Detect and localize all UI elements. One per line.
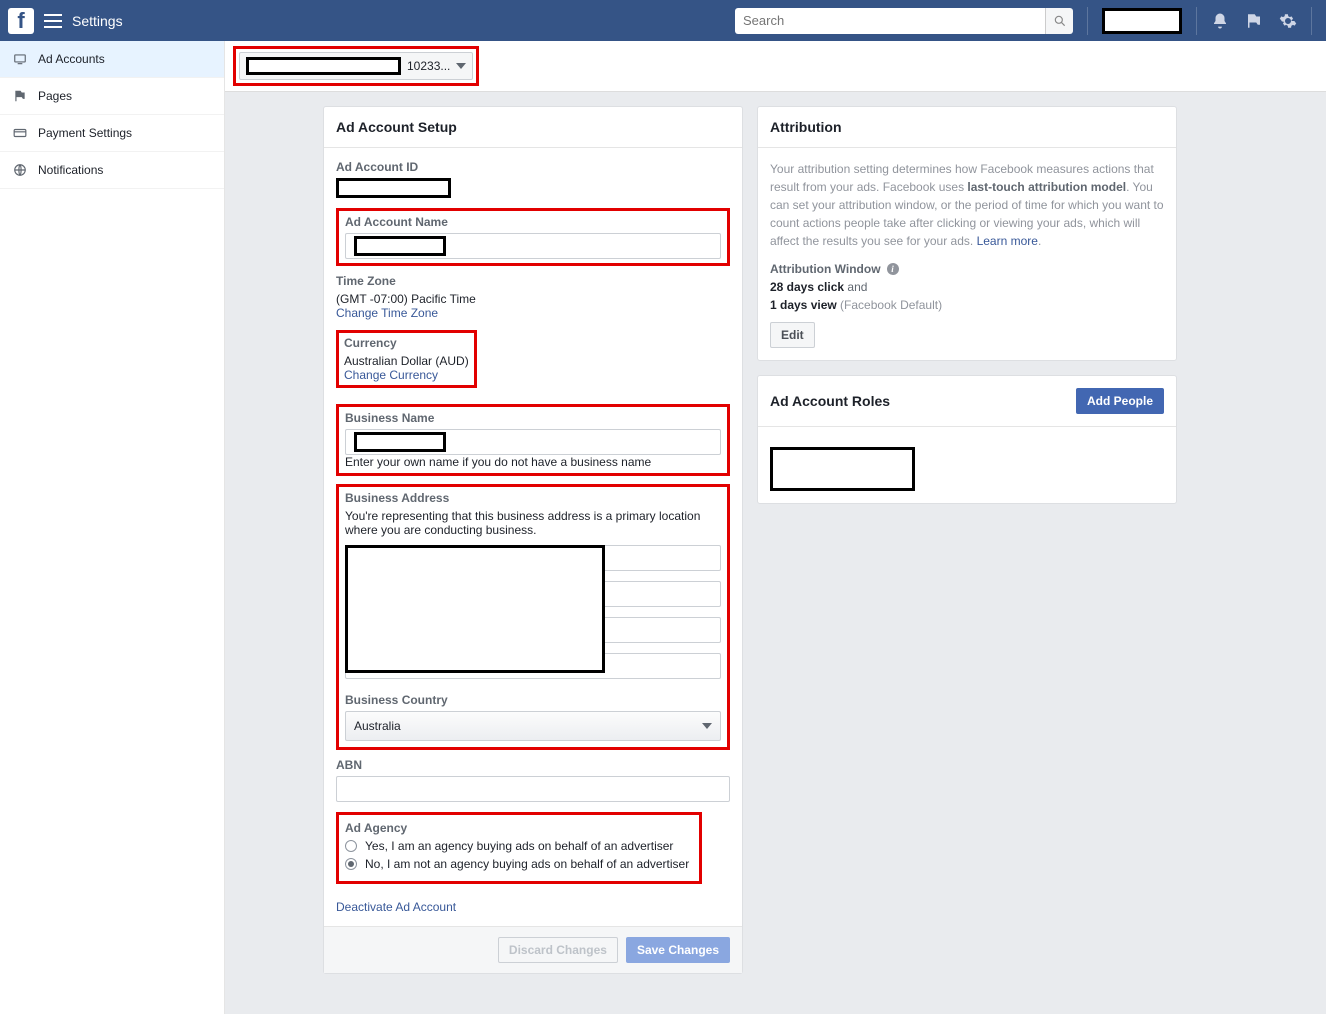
info-icon[interactable]: i xyxy=(887,263,899,275)
ad-account-id-field: Ad Account ID xyxy=(336,160,730,198)
ad-account-name-highlight: Ad Account Name xyxy=(336,208,730,266)
business-name-hint: Enter your own name if you do not have a… xyxy=(345,455,721,469)
notifications-icon[interactable] xyxy=(1209,10,1231,32)
business-address-label: Business Address xyxy=(345,491,721,505)
roles-title: Ad Account Roles xyxy=(770,393,890,409)
ad-account-roles-card: Ad Account Roles Add People xyxy=(757,375,1177,504)
page-title: Settings xyxy=(72,13,123,29)
currency-value: Australian Dollar (AUD) xyxy=(344,354,469,368)
attribution-title: Attribution xyxy=(770,119,842,135)
attribution-window-label: Attribution Window i xyxy=(770,262,1164,276)
sidebar-item-ad-accounts[interactable]: Ad Accounts xyxy=(0,41,224,78)
deactivate-link[interactable]: Deactivate Ad Account xyxy=(336,900,456,914)
ad-agency-highlight: Ad Agency Yes, I am an agency buying ads… xyxy=(336,812,702,884)
discard-button[interactable]: Discard Changes xyxy=(498,937,618,963)
sidebar-item-label: Ad Accounts xyxy=(38,52,105,66)
sidebar-item-label: Notifications xyxy=(38,163,103,177)
attribution-view-line: 1 days view (Facebook Default) xyxy=(770,298,1164,312)
chevron-down-icon xyxy=(456,63,466,69)
ad-agency-label: Ad Agency xyxy=(345,821,689,835)
change-timezone-link[interactable]: Change Time Zone xyxy=(336,306,438,320)
search-box xyxy=(735,8,1073,34)
business-name-label: Business Name xyxy=(345,411,721,425)
search-icon xyxy=(1053,14,1067,28)
account-name-redacted xyxy=(246,57,401,75)
flag-icon[interactable] xyxy=(1243,10,1265,32)
currency-label: Currency xyxy=(344,336,469,350)
ad-account-id-redacted xyxy=(336,178,451,198)
ad-account-setup-card: Ad Account Setup Ad Account ID Ad Accoun… xyxy=(323,106,743,974)
attribution-card: Attribution Your attribution setting det… xyxy=(757,106,1177,361)
ad-account-name-label: Ad Account Name xyxy=(345,215,721,229)
timezone-field: Time Zone (GMT -07:00) Pacific Time Chan… xyxy=(336,274,730,320)
currency-highlight: Currency Australian Dollar (AUD) Change … xyxy=(336,330,477,388)
agency-yes-row[interactable]: Yes, I am an agency buying ads on behalf… xyxy=(345,839,689,853)
sidebar-item-notifications[interactable]: Notifications xyxy=(0,152,224,189)
ad-account-name-input[interactable] xyxy=(345,233,721,259)
sidebar-item-label: Payment Settings xyxy=(38,126,132,140)
abn-field: ABN xyxy=(336,758,730,802)
agency-yes-label: Yes, I am an agency buying ads on behalf… xyxy=(365,839,673,853)
change-currency-link[interactable]: Change Currency xyxy=(344,368,438,382)
sidebar-item-pages[interactable]: Pages xyxy=(0,78,224,115)
attribution-click-line: 28 days click and xyxy=(770,280,1164,294)
timezone-value: (GMT -07:00) Pacific Time xyxy=(336,292,730,306)
search-button[interactable] xyxy=(1045,8,1073,34)
business-address-highlight: Business Address You're representing tha… xyxy=(336,484,730,750)
account-id-fragment: 10233... xyxy=(407,59,450,73)
business-country-label: Business Country xyxy=(345,693,721,707)
account-selector-highlight: 10233... xyxy=(233,46,479,86)
agency-no-label: No, I am not an agency buying ads on beh… xyxy=(365,857,689,871)
attribution-description: Your attribution setting determines how … xyxy=(770,160,1164,250)
setup-title: Ad Account Setup xyxy=(336,119,457,135)
user-chip-redacted[interactable] xyxy=(1102,8,1182,34)
address-redacted xyxy=(345,545,605,673)
sidebar-item-label: Pages xyxy=(38,89,72,103)
account-bar: 10233... xyxy=(225,41,1326,92)
search-input[interactable] xyxy=(735,8,1045,34)
topbar: f Settings xyxy=(0,0,1326,41)
abn-label: ABN xyxy=(336,758,730,772)
abn-input[interactable] xyxy=(336,776,730,802)
sidebar-item-payment-settings[interactable]: Payment Settings xyxy=(0,115,224,152)
timezone-label: Time Zone xyxy=(336,274,730,288)
ad-account-name-redacted xyxy=(354,236,446,256)
role-entry-redacted xyxy=(770,447,915,491)
learn-more-link[interactable]: Learn more xyxy=(977,234,1038,248)
add-people-button[interactable]: Add People xyxy=(1076,388,1164,414)
account-selector[interactable]: 10233... xyxy=(239,52,473,80)
facebook-logo[interactable]: f xyxy=(8,8,34,34)
hamburger-icon[interactable] xyxy=(44,14,62,28)
save-button[interactable]: Save Changes xyxy=(626,937,730,963)
gear-icon[interactable] xyxy=(1277,10,1299,32)
ad-account-id-label: Ad Account ID xyxy=(336,160,730,174)
pages-icon xyxy=(12,88,28,104)
business-name-highlight: Business Name Enter your own name if you… xyxy=(336,404,730,476)
agency-no-row[interactable]: No, I am not an agency buying ads on beh… xyxy=(345,857,689,871)
ad-accounts-icon xyxy=(12,51,28,67)
radio-icon xyxy=(345,840,357,852)
business-country-value: Australia xyxy=(354,719,401,733)
payment-icon xyxy=(12,125,28,141)
business-name-input[interactable] xyxy=(345,429,721,455)
edit-attribution-button[interactable]: Edit xyxy=(770,322,815,348)
business-name-redacted xyxy=(354,432,446,452)
chevron-down-icon xyxy=(702,723,712,729)
business-country-select[interactable]: Australia xyxy=(345,711,721,741)
business-address-hint: You're representing that this business a… xyxy=(345,509,721,537)
sidebar: Ad Accounts Pages Payment Settings Notif… xyxy=(0,41,225,1014)
radio-checked-icon xyxy=(345,858,357,870)
globe-icon xyxy=(12,162,28,178)
